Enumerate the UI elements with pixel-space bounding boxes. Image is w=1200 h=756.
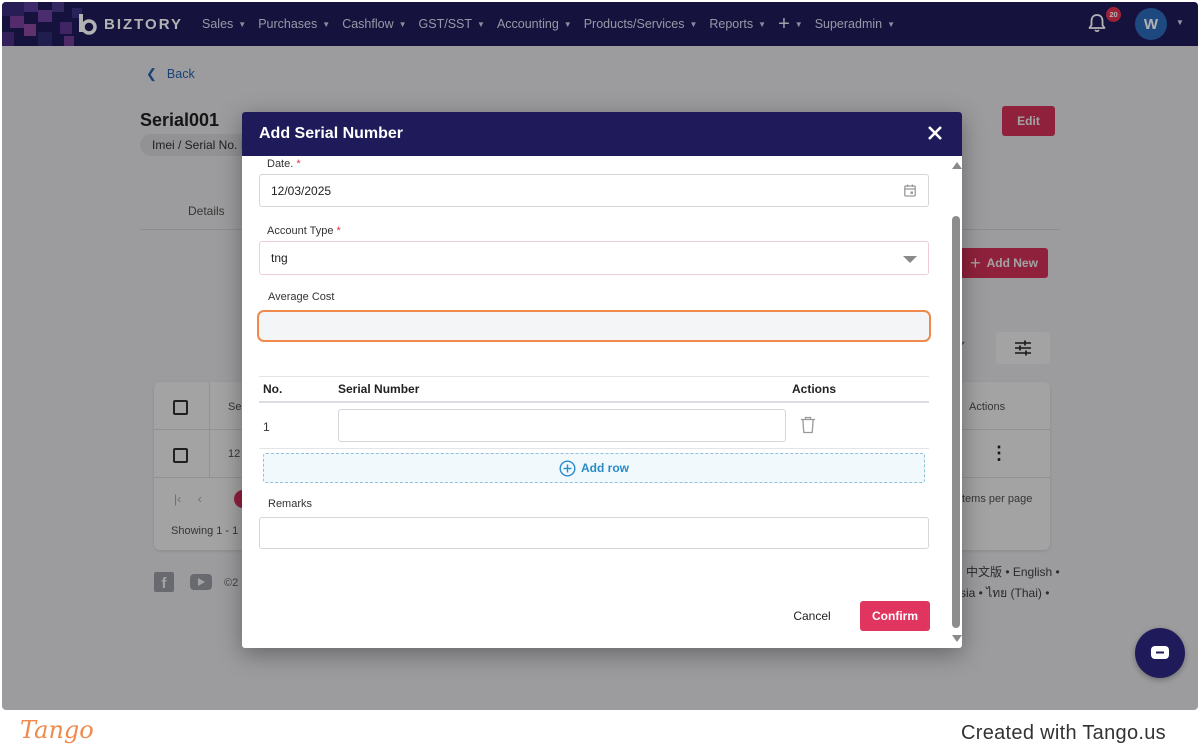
date-value: 12/03/2025 xyxy=(271,183,332,198)
cancel-button[interactable]: Cancel xyxy=(782,602,842,630)
serial-table-row-divider xyxy=(259,448,929,449)
required-asterisk: * xyxy=(336,225,341,237)
tango-logo: Tango xyxy=(20,716,94,744)
remarks-input[interactable] xyxy=(259,517,929,549)
serial-number-input[interactable] xyxy=(338,409,786,442)
scroll-down-arrow-icon[interactable] xyxy=(952,635,962,642)
add-serial-number-modal: Add Serial Number Date. * 12/03/2025 Acc… xyxy=(242,112,962,648)
calendar-icon[interactable] xyxy=(904,184,916,197)
column-header-actions: Actions xyxy=(792,382,837,396)
chat-icon xyxy=(1151,646,1169,659)
modal-header: Add Serial Number xyxy=(242,112,962,156)
column-header-serial-number: Serial Number xyxy=(338,382,420,396)
average-cost-input[interactable] xyxy=(257,310,931,342)
chat-launcher-button[interactable] xyxy=(1135,628,1185,678)
date-field[interactable]: 12/03/2025 xyxy=(259,174,929,207)
close-icon[interactable] xyxy=(924,122,946,144)
date-label-text: Date. xyxy=(267,158,294,170)
add-row-button[interactable]: Add row xyxy=(263,453,925,483)
required-asterisk: * xyxy=(296,158,301,170)
remarks-label: Remarks xyxy=(268,498,313,510)
serial-table-header-divider xyxy=(259,401,929,403)
serial-table-border xyxy=(259,376,929,377)
average-cost-label: Average Cost xyxy=(268,291,335,303)
modal-backdrop-top xyxy=(2,2,1198,46)
tango-credit: Created with Tango.us xyxy=(961,722,1166,744)
modal-title: Add Serial Number xyxy=(259,125,404,142)
add-row-label: Add row xyxy=(581,461,629,475)
plus-circle-icon xyxy=(559,459,576,477)
scroll-up-arrow-icon[interactable] xyxy=(952,162,962,169)
account-type-label: Account Type * xyxy=(267,225,341,237)
modal-scrollbar[interactable] xyxy=(950,156,962,648)
trash-icon[interactable] xyxy=(800,416,816,434)
confirm-button[interactable]: Confirm xyxy=(860,601,930,631)
account-type-select[interactable]: tng xyxy=(259,241,929,275)
caret-down-icon xyxy=(903,256,917,263)
column-header-no: No. xyxy=(263,382,283,396)
row-number: 1 xyxy=(263,420,270,434)
account-type-label-text: Account Type xyxy=(267,225,334,237)
app-frame: BIZTORY Sales ▼ Purchases ▼ Cashflow ▼ GST/… xyxy=(2,2,1198,710)
scrollbar-thumb[interactable] xyxy=(952,216,960,628)
account-type-value: tng xyxy=(271,251,288,265)
date-label: Date. * xyxy=(267,158,301,170)
